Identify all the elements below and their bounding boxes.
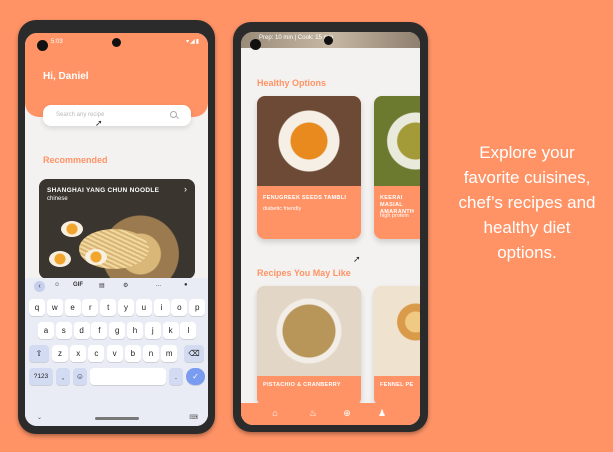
key-k[interactable]: k bbox=[162, 322, 179, 339]
key-d[interactable]: d bbox=[73, 322, 90, 339]
key-p[interactable]: p bbox=[189, 299, 206, 316]
greeting: Hi, Daniel bbox=[43, 71, 89, 82]
collapse-keyboard-icon[interactable]: ⌄ bbox=[37, 414, 42, 421]
key-i[interactable]: i bbox=[153, 299, 170, 316]
healthy-card[interactable]: FENUGREEK SEEDS TAMBLI diabetic friendly bbox=[257, 96, 361, 239]
right-phone-screen: Prep: 10 min | Cook: 15 min Healthy Opti… bbox=[241, 32, 420, 425]
healthy-options-title: Healthy Options bbox=[257, 78, 327, 88]
keyboard-row-4: ?123 , ☺ . ✓ bbox=[28, 368, 205, 385]
recipe-card[interactable]: FENNEL PE bbox=[374, 286, 420, 406]
shift-key-icon[interactable]: ⇧ bbox=[29, 345, 49, 362]
comma-key[interactable]: , bbox=[56, 368, 70, 385]
recipe-card-name: FENNEL PE bbox=[380, 382, 414, 388]
chevron-right-icon[interactable]: › bbox=[184, 184, 187, 194]
key-v[interactable]: v bbox=[106, 345, 123, 362]
fennel-image bbox=[374, 286, 420, 376]
key-y[interactable]: y bbox=[118, 299, 134, 316]
front-camera-icon bbox=[324, 36, 333, 45]
clipboard-icon[interactable]: ▤ bbox=[99, 282, 105, 289]
search-input[interactable]: Search any recipe bbox=[43, 105, 191, 126]
backspace-key-icon[interactable]: ⌫ bbox=[184, 345, 204, 362]
search-icon[interactable] bbox=[170, 111, 177, 118]
healthy-card-tag: diabetic friendly bbox=[263, 206, 302, 212]
keyboard-row-1: qwertyuiop bbox=[28, 299, 206, 316]
key-x[interactable]: x bbox=[70, 345, 87, 362]
keyboard-row-3: ⇧ ⌫ zxcvbnm bbox=[28, 345, 205, 362]
egg-image bbox=[49, 251, 71, 267]
right-phone: Prep: 10 min | Cook: 15 min Healthy Opti… bbox=[233, 22, 428, 432]
keyboard-toolbar: ‹ ☺ GIF ▤ ⚙ ... ● bbox=[25, 278, 208, 295]
home-icon[interactable]: ⌂ bbox=[270, 408, 280, 418]
emoji-key-icon[interactable]: ☺ bbox=[73, 368, 87, 385]
key-o[interactable]: o bbox=[171, 299, 188, 316]
key-q[interactable]: q bbox=[29, 299, 45, 316]
recommended-card-subtitle: chinese bbox=[47, 196, 68, 202]
mic-icon[interactable]: ● bbox=[184, 282, 188, 288]
key-u[interactable]: u bbox=[135, 299, 152, 316]
key-m[interactable]: m bbox=[161, 345, 178, 362]
recommended-card-title: SHANGHAI YANG CHUN NOODLE bbox=[47, 187, 160, 194]
key-r[interactable]: r bbox=[82, 299, 99, 316]
period-key[interactable]: . bbox=[169, 368, 183, 385]
profile-icon[interactable]: ♟ bbox=[377, 408, 387, 418]
key-g[interactable]: g bbox=[109, 322, 126, 339]
egg-image bbox=[61, 221, 83, 237]
mouse-cursor-icon: ➚ bbox=[353, 254, 361, 264]
key-z[interactable]: z bbox=[52, 345, 68, 362]
pistachio-image bbox=[257, 286, 361, 376]
key-b[interactable]: b bbox=[124, 345, 141, 362]
keyboard-switch-icon[interactable]: ⌨ bbox=[189, 414, 198, 421]
back-arrow-icon[interactable]: ‹ bbox=[34, 281, 45, 292]
egg-image bbox=[85, 249, 107, 265]
add-icon[interactable]: ⊕ bbox=[342, 408, 352, 418]
key-j[interactable]: j bbox=[144, 322, 161, 339]
promo-caption: Explore your favorite cuisines, chef’s r… bbox=[458, 143, 596, 262]
numbers-key[interactable]: ?123 bbox=[29, 368, 53, 385]
settings-icon[interactable]: ⚙ bbox=[123, 282, 128, 289]
bottom-nav: ⌂ ♨ ⊕ ♟ bbox=[241, 403, 420, 425]
key-h[interactable]: h bbox=[127, 322, 143, 339]
key-f[interactable]: f bbox=[91, 322, 108, 339]
mouse-cursor-icon: ➚ bbox=[95, 118, 103, 128]
space-key[interactable] bbox=[90, 368, 166, 385]
keyboard-row-2: asdfghjkl bbox=[28, 322, 205, 339]
front-camera-icon bbox=[112, 38, 121, 47]
sticker-icon[interactable]: ☺ bbox=[54, 282, 60, 288]
gif-button[interactable]: GIF bbox=[73, 282, 83, 288]
home-gesture-bar[interactable] bbox=[95, 417, 139, 420]
key-s[interactable]: s bbox=[55, 322, 72, 339]
tambli-image bbox=[257, 96, 361, 186]
keyboard: ‹ ☺ GIF ▤ ⚙ ... ● qwertyuiop asdfghjkl ⇧… bbox=[25, 278, 208, 426]
camera-icon bbox=[250, 39, 261, 50]
healthy-card[interactable]: KEERAI MASIAL AMARANTH high protein bbox=[374, 96, 420, 239]
key-w[interactable]: w bbox=[46, 299, 63, 316]
healthy-card-tag: high protein bbox=[380, 213, 409, 219]
camera-icon bbox=[37, 40, 48, 51]
healthy-card-name: FENUGREEK SEEDS TAMBLI bbox=[263, 195, 347, 201]
recommended-title: Recommended bbox=[43, 155, 108, 165]
recommended-card[interactable]: SHANGHAI YANG CHUN NOODLE chinese › bbox=[39, 179, 195, 279]
more-button[interactable]: ... bbox=[156, 282, 161, 288]
chef-hat-icon[interactable]: ♨ bbox=[308, 408, 318, 418]
status-time: 5:03 bbox=[51, 39, 63, 45]
key-e[interactable]: e bbox=[64, 299, 81, 316]
left-phone-screen: 5:03 ▾◢▮ Hi, Daniel Search any recipe ➚ … bbox=[25, 33, 208, 426]
key-l[interactable]: l bbox=[180, 322, 197, 339]
key-t[interactable]: t bbox=[100, 299, 117, 316]
key-n[interactable]: n bbox=[143, 345, 159, 362]
recipe-card-name: PISTACHIO & CRANBERRY bbox=[263, 382, 341, 388]
key-a[interactable]: a bbox=[38, 322, 54, 339]
system-nav-bar: ⌄ ⌨ bbox=[25, 408, 208, 426]
key-c[interactable]: c bbox=[88, 345, 105, 362]
status-icons: ▾◢▮ bbox=[186, 39, 200, 45]
keerai-image bbox=[374, 96, 420, 186]
left-phone: 5:03 ▾◢▮ Hi, Daniel Search any recipe ➚ … bbox=[18, 20, 215, 434]
recipes-you-may-like-title: Recipes You May Like bbox=[257, 268, 351, 278]
prep-cook-time: Prep: 10 min | Cook: 15 min bbox=[259, 35, 334, 41]
enter-key-icon[interactable]: ✓ bbox=[186, 368, 205, 385]
recipe-card[interactable]: PISTACHIO & CRANBERRY bbox=[257, 286, 361, 406]
